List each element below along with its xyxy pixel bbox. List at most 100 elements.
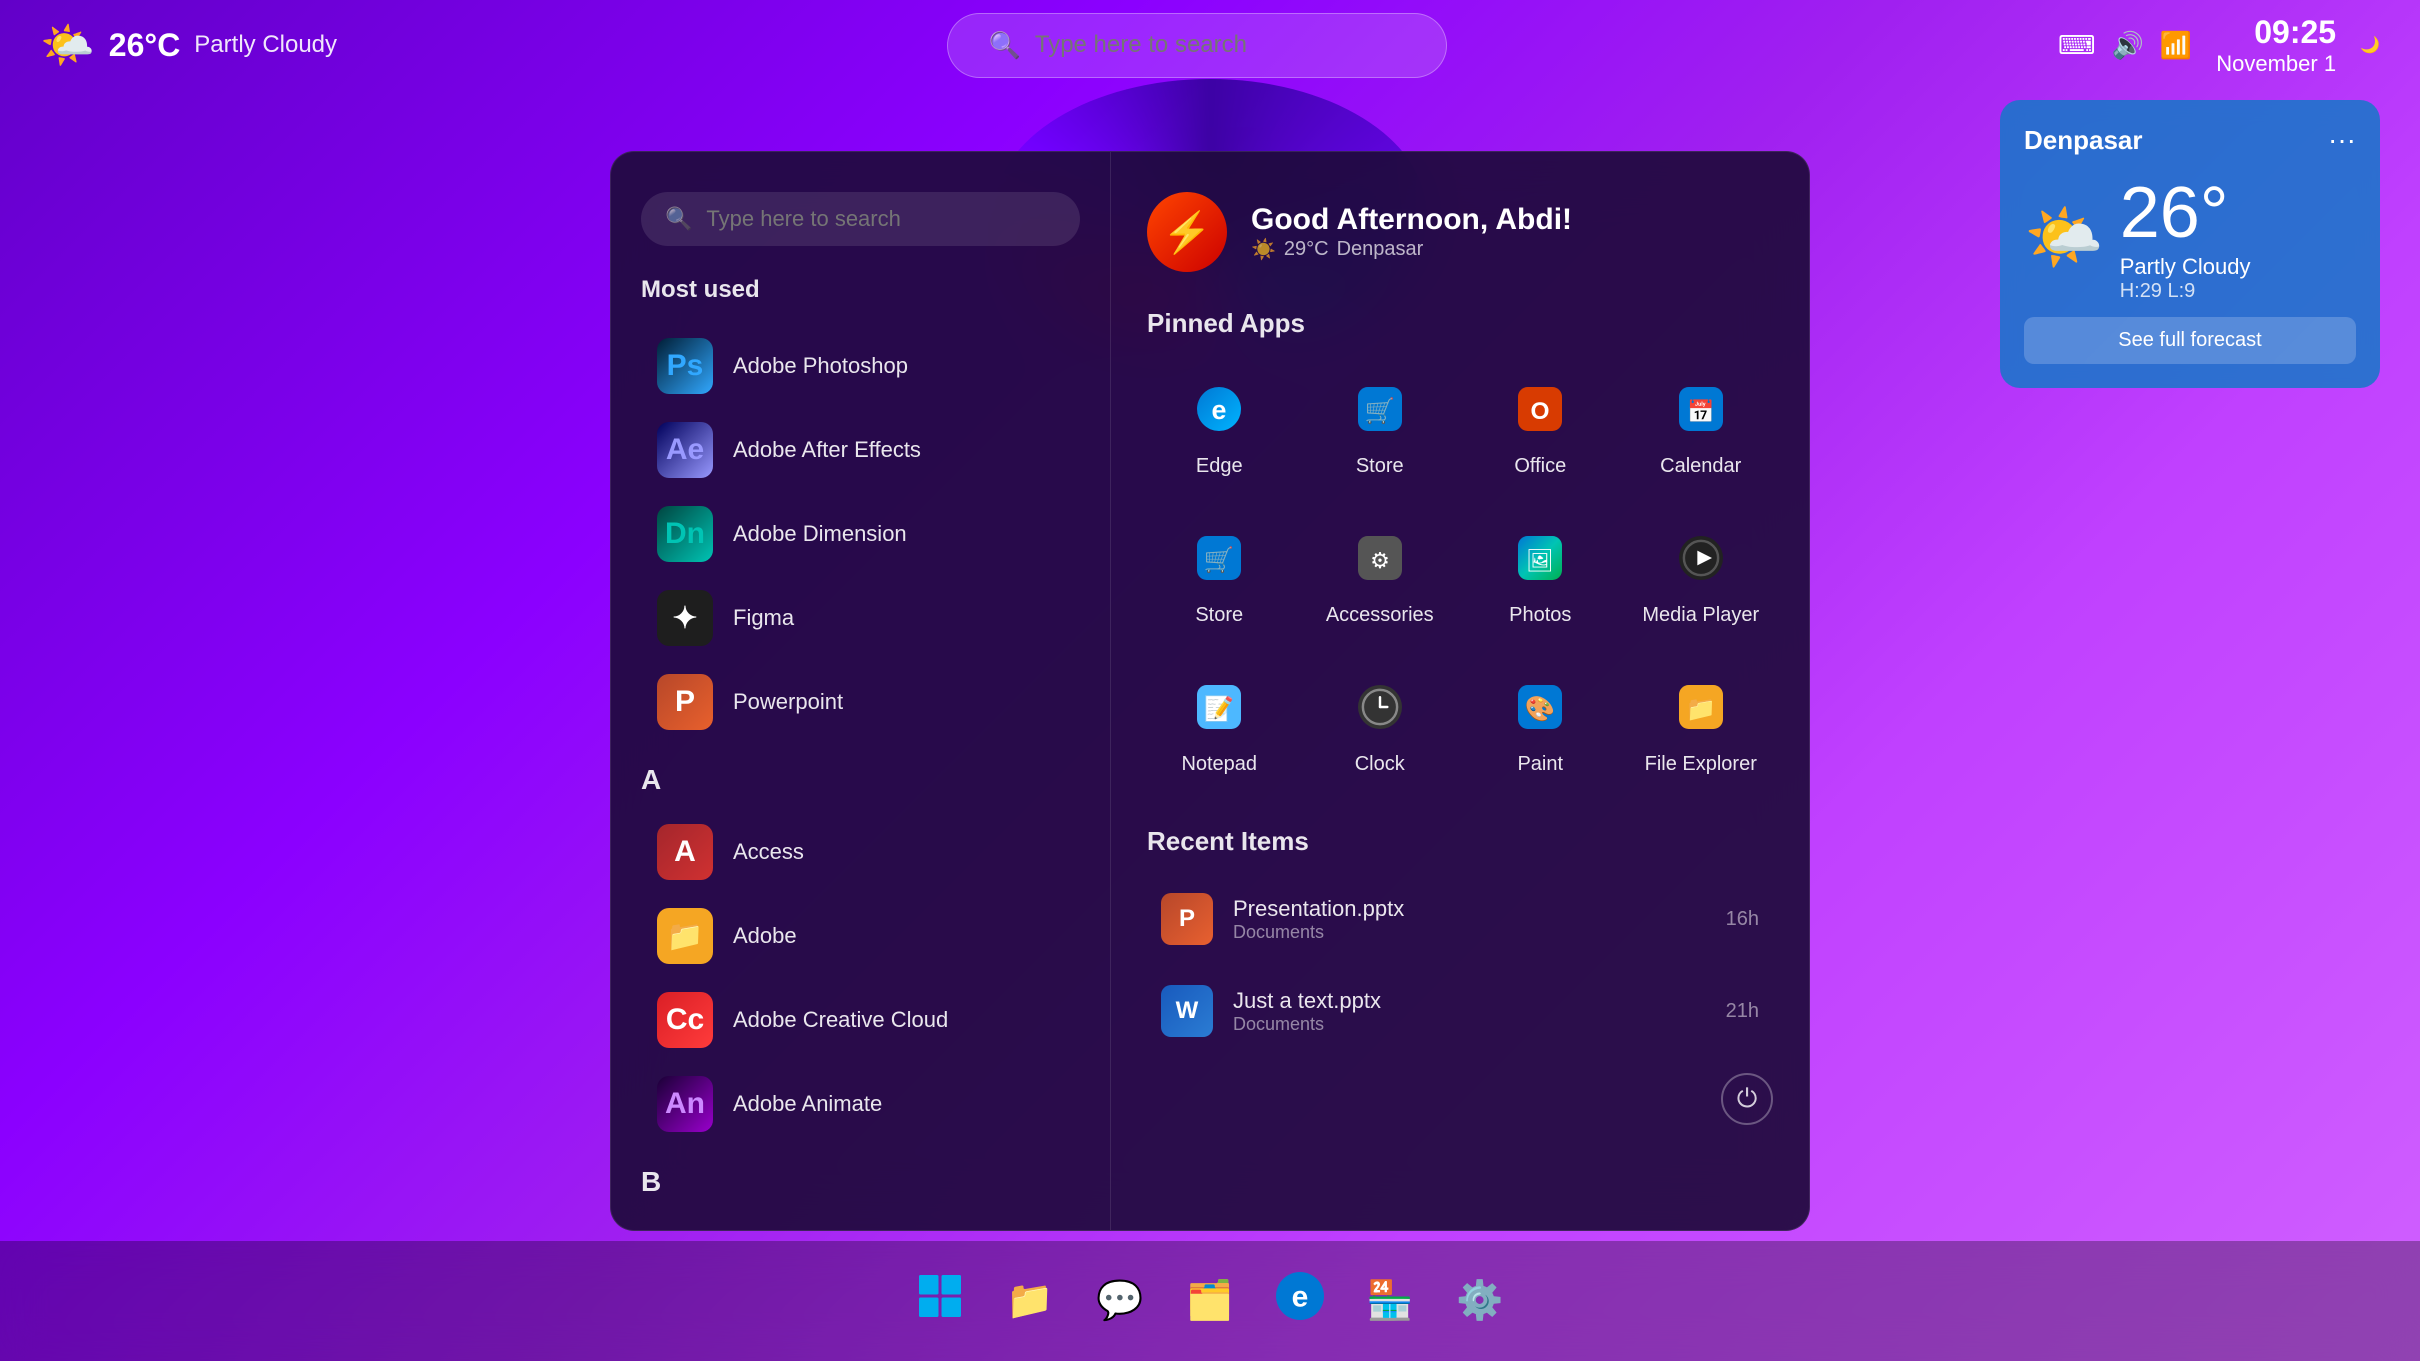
list-item[interactable]: A Access <box>641 810 1080 894</box>
time-display: 09:25 <box>2216 14 2336 51</box>
windows-start-icon <box>916 1272 964 1330</box>
pinned-app-name: Accessories <box>1326 604 1434 627</box>
right-panel: ⚡ Good Afternoon, Abdi! ☀️ 29°C Denpasar… <box>1111 152 1809 1230</box>
taskbar-edge[interactable]: e <box>1264 1265 1336 1337</box>
pinned-app-icon: 🎨 <box>1504 671 1576 743</box>
settings-icon: ⚙️ <box>1456 1279 1503 1323</box>
list-item[interactable]: P Powerpoint <box>641 660 1080 744</box>
app-icon: An <box>657 1076 713 1132</box>
app-name: Adobe Dimension <box>733 521 907 547</box>
pinned-app[interactable]: 📅 Calendar <box>1629 359 1774 492</box>
pinned-app-icon: O <box>1504 373 1576 445</box>
weather-card-menu[interactable]: ··· <box>2328 124 2356 156</box>
list-item[interactable]: 📁 Adobe <box>641 894 1080 978</box>
app-name: Adobe Animate <box>733 1091 882 1117</box>
greeting-main: Good Afternoon, Abdi! <box>1251 203 1572 237</box>
app-icon: Dn <box>657 506 713 562</box>
weather-card-body: 🌤️ 26° Partly Cloudy H:29 L:9 <box>2024 172 2356 303</box>
app-icon: Ae <box>657 422 713 478</box>
app-icon: 📁 <box>657 908 713 964</box>
alpha-label-b: B <box>641 1166 1080 1198</box>
pinned-app[interactable]: 🖼 Photos <box>1468 508 1613 641</box>
alpha-a-list: A Access 📁 Adobe Cc Adobe Creative Cloud… <box>641 810 1080 1146</box>
weather-card: Denpasar ··· 🌤️ 26° Partly Cloudy H:29 L… <box>2000 100 2380 388</box>
pinned-app-name: File Explorer <box>1645 753 1757 776</box>
greeting-temp: 29°C <box>1284 238 1329 261</box>
most-used-label: Most used <box>641 276 1080 304</box>
list-item[interactable]: Ae Adobe After Effects <box>641 408 1080 492</box>
app-icon: A <box>657 824 713 880</box>
topbar-right: ⌨ 🔊 📶 09:25 November 1 🌙 <box>2058 14 2380 77</box>
pinned-app[interactable]: ⚙ Accessories <box>1308 508 1453 641</box>
app-name: Adobe Creative Cloud <box>733 1007 948 1033</box>
pinned-app[interactable]: 🎨 Paint <box>1468 657 1613 790</box>
taskbar-store[interactable]: 🏪 <box>1354 1265 1426 1337</box>
store-icon: 🏪 <box>1366 1279 1413 1323</box>
sys-icons: ⌨ 🔊 📶 <box>2058 30 2192 61</box>
most-used-list: Ps Adobe Photoshop Ae Adobe After Effect… <box>641 324 1080 744</box>
app-icon: Cc <box>657 992 713 1048</box>
pinned-app[interactable]: 📝 Notepad <box>1147 657 1292 790</box>
wifi-icon: 📶 <box>2160 30 2192 61</box>
taskbar-windows-start[interactable] <box>904 1265 976 1337</box>
svg-text:📝: 📝 <box>1204 694 1234 723</box>
list-item[interactable]: Ps Adobe Photoshop <box>641 324 1080 408</box>
recent-item-time: 21h <box>1726 1000 1759 1023</box>
clock-display: 09:25 November 1 <box>2216 14 2336 77</box>
app-name: Adobe After Effects <box>733 437 921 463</box>
forecast-button[interactable]: See full forecast <box>2024 317 2356 364</box>
taskbar-chat[interactable]: 💬 <box>1084 1265 1156 1337</box>
pinned-app[interactable]: 📁 File Explorer <box>1629 657 1774 790</box>
svg-text:🖼: 🖼 <box>1526 548 1554 573</box>
pinned-app[interactable]: 🛒 Store <box>1308 359 1453 492</box>
app-name: Adobe <box>733 923 797 949</box>
list-item[interactable]: Cc Adobe Creative Cloud <box>641 978 1080 1062</box>
power-section: ⏻ <box>1147 1073 1773 1125</box>
search-bar-top[interactable]: 🔍 <box>947 13 1447 78</box>
list-item[interactable]: An Adobe Animate <box>641 1062 1080 1146</box>
app-icon: ✦ <box>657 590 713 646</box>
list-item[interactable]: Dn Adobe Dimension <box>641 492 1080 576</box>
pinned-app-icon: 📝 <box>1183 671 1255 743</box>
pinned-app[interactable]: Clock <box>1308 657 1453 790</box>
taskbar-folder[interactable]: 🗂️ <box>1174 1265 1246 1337</box>
search-input-menu[interactable] <box>706 206 1056 232</box>
recent-item-icon: W <box>1161 985 1213 1037</box>
svg-text:🛒: 🛒 <box>1204 545 1234 574</box>
recent-item[interactable]: W Just a text.pptx Documents 21h <box>1147 969 1773 1053</box>
pinned-app-name: Media Player <box>1642 604 1759 627</box>
taskbar-icons: 📁 💬 🗂️e 🏪 ⚙️ <box>904 1265 1516 1337</box>
weather-card-icon: 🌤️ <box>2024 200 2104 275</box>
list-item[interactable]: ✦ Figma <box>641 576 1080 660</box>
taskbar-file-explorer[interactable]: 📁 <box>994 1265 1066 1337</box>
taskbar-settings[interactable]: ⚙️ <box>1444 1265 1516 1337</box>
pinned-app[interactable]: Media Player <box>1629 508 1774 641</box>
pinned-app-name: Edge <box>1196 455 1243 478</box>
recent-item-time: 16h <box>1726 908 1759 931</box>
pinned-app[interactable]: e Edge <box>1147 359 1292 492</box>
greeting-section: ⚡ Good Afternoon, Abdi! ☀️ 29°C Denpasar <box>1147 192 1773 272</box>
svg-text:O: O <box>1531 398 1550 425</box>
date-display: November 1 <box>2216 51 2336 77</box>
pinned-app[interactable]: O Office <box>1468 359 1613 492</box>
weather-card-detail: H:29 L:9 <box>2120 280 2251 303</box>
svg-text:📅: 📅 <box>1687 399 1714 424</box>
svg-text:⚙: ⚙ <box>1370 548 1390 573</box>
user-avatar: ⚡ <box>1147 192 1227 272</box>
volume-icon: 🔊 <box>2111 30 2143 61</box>
app-icon: Ps <box>657 338 713 394</box>
pinned-app[interactable]: 🛒 Store <box>1147 508 1292 641</box>
power-button[interactable]: ⏻ <box>1721 1073 1773 1125</box>
pinned-app-icon: 📁 <box>1665 671 1737 743</box>
greeting-sub: ☀️ 29°C Denpasar <box>1251 237 1572 262</box>
svg-text:e: e <box>1212 395 1227 425</box>
search-input-top[interactable] <box>1035 31 1407 59</box>
weather-desc-top: Partly Cloudy <box>194 31 337 59</box>
recent-item[interactable]: P Presentation.pptx Documents 16h <box>1147 877 1773 961</box>
chat-icon: 💬 <box>1096 1279 1143 1323</box>
recent-item-info: Just a text.pptx Documents <box>1233 988 1706 1035</box>
weather-card-temp: 26° <box>2120 172 2251 254</box>
recent-item-name: Just a text.pptx <box>1233 988 1706 1014</box>
search-bar-menu[interactable]: 🔍 <box>641 192 1080 246</box>
temp-top: 26°C <box>109 27 181 64</box>
